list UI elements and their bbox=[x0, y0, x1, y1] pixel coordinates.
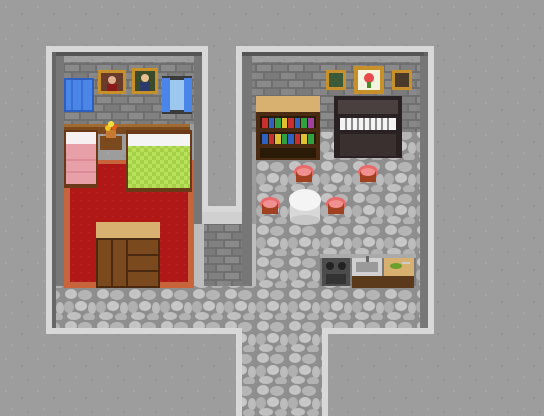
game-scene[interactable] bbox=[0, 0, 544, 416]
bed-icon[interactable] bbox=[126, 130, 192, 192]
stove-icon[interactable] bbox=[322, 258, 350, 286]
connector-pillar-left bbox=[194, 224, 204, 286]
bookshelf-icon[interactable] bbox=[256, 96, 320, 160]
framed-painting-icon[interactable] bbox=[132, 68, 158, 94]
flower-painting-icon[interactable] bbox=[354, 66, 384, 94]
stool-icon[interactable] bbox=[358, 165, 378, 182]
framed-painting-icon[interactable] bbox=[392, 70, 412, 90]
stool-icon[interactable] bbox=[326, 197, 346, 214]
framed-portrait-icon[interactable] bbox=[98, 70, 126, 94]
stool-icon[interactable] bbox=[260, 197, 280, 214]
dresser-icon[interactable] bbox=[96, 222, 160, 288]
cutting-board-icon[interactable] bbox=[384, 258, 414, 276]
right-room-right-wall bbox=[420, 56, 428, 328]
connector-wall bbox=[202, 212, 242, 224]
counter-cabinet bbox=[352, 276, 414, 288]
left-room-side-wall bbox=[56, 56, 64, 286]
window-curtain-icon[interactable] bbox=[64, 78, 94, 112]
bed-icon[interactable] bbox=[64, 130, 98, 188]
piano-icon[interactable] bbox=[334, 96, 402, 158]
window-curtain-icon[interactable] bbox=[162, 76, 192, 114]
round-table-icon[interactable] bbox=[289, 189, 321, 225]
right-room-left-wall bbox=[242, 56, 252, 286]
framed-painting-icon[interactable] bbox=[326, 70, 346, 90]
stool-icon[interactable] bbox=[294, 165, 314, 182]
connector-brick bbox=[204, 224, 248, 286]
sink-icon[interactable] bbox=[352, 256, 382, 276]
